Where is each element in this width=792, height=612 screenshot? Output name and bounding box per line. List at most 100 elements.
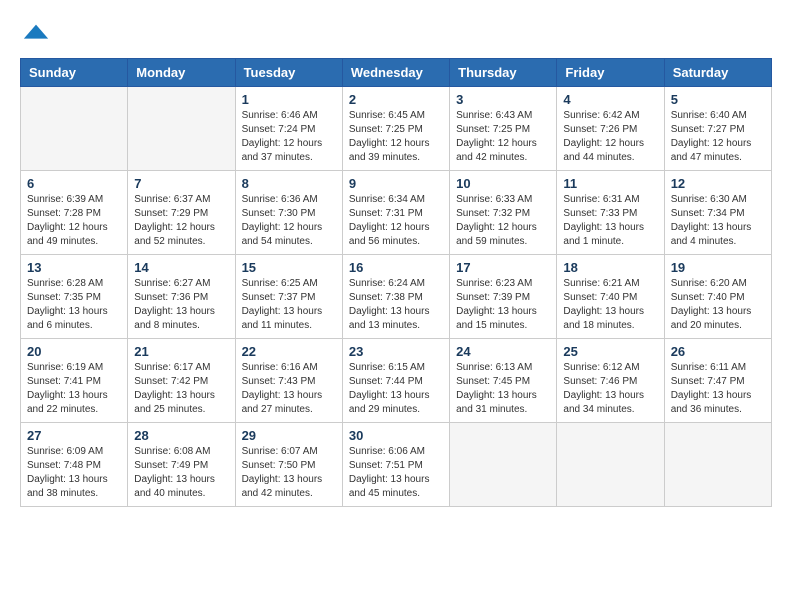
calendar-cell: 25 Sunrise: 6:12 AM Sunset: 7:46 PM Dayli…: [557, 339, 664, 423]
calendar-cell: 13 Sunrise: 6:28 AM Sunset: 7:35 PM Dayli…: [21, 255, 128, 339]
day-info: Sunrise: 6:30 AM Sunset: 7:34 PM Dayligh…: [671, 193, 765, 249]
calendar-cell: [557, 423, 664, 507]
calendar-cell: 21 Sunrise: 6:17 AM Sunset: 7:42 PM Dayli…: [128, 339, 235, 423]
calendar-week-3: 13 Sunrise: 6:28 AM Sunset: 7:35 PM Dayli…: [21, 255, 772, 339]
calendar-cell: 14 Sunrise: 6:27 AM Sunset: 7:36 PM Dayli…: [128, 255, 235, 339]
day-number: 3: [456, 92, 550, 107]
page-header: [20, 20, 772, 48]
day-header-saturday: Saturday: [664, 59, 771, 87]
day-info: Sunrise: 6:46 AM Sunset: 7:24 PM Dayligh…: [242, 109, 336, 165]
calendar-cell: 11Sunrise: 6:31 AM Sunset: 7:33 PM Dayli…: [557, 171, 664, 255]
day-info: Sunrise: 6:19 AM Sunset: 7:41 PM Dayligh…: [27, 361, 121, 417]
day-number: 2: [349, 92, 443, 107]
calendar-cell: 30 Sunrise: 6:06 AM Sunset: 7:51 PM Dayli…: [342, 423, 449, 507]
day-number: 17: [456, 260, 550, 275]
day-info: Sunrise: 6:37 AM Sunset: 7:29 PM Dayligh…: [134, 193, 228, 249]
day-number: 13: [27, 260, 121, 275]
calendar-cell: 12 Sunrise: 6:30 AM Sunset: 7:34 PM Dayli…: [664, 171, 771, 255]
day-info: Sunrise: 6:24 AM Sunset: 7:38 PM Dayligh…: [349, 277, 443, 333]
day-number: 25: [563, 344, 657, 359]
logo: [20, 20, 50, 48]
day-info: Sunrise: 6:06 AM Sunset: 7:51 PM Dayligh…: [349, 445, 443, 501]
day-info: Sunrise: 6:40 AM Sunset: 7:27 PM Dayligh…: [671, 109, 765, 165]
day-info: Sunrise: 6:28 AM Sunset: 7:35 PM Dayligh…: [27, 277, 121, 333]
calendar-week-1: 1 Sunrise: 6:46 AM Sunset: 7:24 PM Daylig…: [21, 87, 772, 171]
calendar-cell: 1 Sunrise: 6:46 AM Sunset: 7:24 PM Daylig…: [235, 87, 342, 171]
calendar-cell: 3 Sunrise: 6:43 AM Sunset: 7:25 PM Daylig…: [450, 87, 557, 171]
day-number: 27: [27, 428, 121, 443]
calendar-cell: 23 Sunrise: 6:15 AM Sunset: 7:44 PM Dayli…: [342, 339, 449, 423]
calendar-header-row: SundayMondayTuesdayWednesdayThursdayFrid…: [21, 59, 772, 87]
day-number: 7: [134, 176, 228, 191]
day-number: 11: [563, 176, 657, 191]
calendar-cell: 2 Sunrise: 6:45 AM Sunset: 7:25 PM Daylig…: [342, 87, 449, 171]
calendar-cell: 5 Sunrise: 6:40 AM Sunset: 7:27 PM Daylig…: [664, 87, 771, 171]
calendar-cell: 19 Sunrise: 6:20 AM Sunset: 7:40 PM Dayli…: [664, 255, 771, 339]
day-number: 23: [349, 344, 443, 359]
calendar-cell: 26Sunrise: 6:11 AM Sunset: 7:47 PM Dayli…: [664, 339, 771, 423]
calendar-cell: 6 Sunrise: 6:39 AM Sunset: 7:28 PM Daylig…: [21, 171, 128, 255]
day-number: 14: [134, 260, 228, 275]
day-number: 26: [671, 344, 765, 359]
day-number: 18: [563, 260, 657, 275]
day-number: 6: [27, 176, 121, 191]
day-header-monday: Monday: [128, 59, 235, 87]
day-info: Sunrise: 6:08 AM Sunset: 7:49 PM Dayligh…: [134, 445, 228, 501]
calendar-cell: 28 Sunrise: 6:08 AM Sunset: 7:49 PM Dayli…: [128, 423, 235, 507]
day-info: Sunrise: 6:34 AM Sunset: 7:31 PM Dayligh…: [349, 193, 443, 249]
day-number: 30: [349, 428, 443, 443]
calendar-cell: 20Sunrise: 6:19 AM Sunset: 7:41 PM Dayli…: [21, 339, 128, 423]
day-info: Sunrise: 6:13 AM Sunset: 7:45 PM Dayligh…: [456, 361, 550, 417]
day-info: Sunrise: 6:21 AM Sunset: 7:40 PM Dayligh…: [563, 277, 657, 333]
day-info: Sunrise: 6:23 AM Sunset: 7:39 PM Dayligh…: [456, 277, 550, 333]
day-number: 5: [671, 92, 765, 107]
day-info: Sunrise: 6:16 AM Sunset: 7:43 PM Dayligh…: [242, 361, 336, 417]
day-header-wednesday: Wednesday: [342, 59, 449, 87]
calendar-cell: 16Sunrise: 6:24 AM Sunset: 7:38 PM Dayli…: [342, 255, 449, 339]
day-info: Sunrise: 6:12 AM Sunset: 7:46 PM Dayligh…: [563, 361, 657, 417]
day-info: Sunrise: 6:09 AM Sunset: 7:48 PM Dayligh…: [27, 445, 121, 501]
day-number: 28: [134, 428, 228, 443]
day-info: Sunrise: 6:36 AM Sunset: 7:30 PM Dayligh…: [242, 193, 336, 249]
calendar-cell: [21, 87, 128, 171]
day-number: 4: [563, 92, 657, 107]
day-info: Sunrise: 6:33 AM Sunset: 7:32 PM Dayligh…: [456, 193, 550, 249]
day-number: 22: [242, 344, 336, 359]
calendar-cell: 10Sunrise: 6:33 AM Sunset: 7:32 PM Dayli…: [450, 171, 557, 255]
calendar-cell: [664, 423, 771, 507]
day-info: Sunrise: 6:07 AM Sunset: 7:50 PM Dayligh…: [242, 445, 336, 501]
day-number: 15: [242, 260, 336, 275]
day-info: Sunrise: 6:27 AM Sunset: 7:36 PM Dayligh…: [134, 277, 228, 333]
logo-icon: [22, 20, 50, 48]
day-info: Sunrise: 6:15 AM Sunset: 7:44 PM Dayligh…: [349, 361, 443, 417]
calendar-cell: 27 Sunrise: 6:09 AM Sunset: 7:48 PM Dayli…: [21, 423, 128, 507]
day-number: 12: [671, 176, 765, 191]
day-info: Sunrise: 6:45 AM Sunset: 7:25 PM Dayligh…: [349, 109, 443, 165]
day-info: Sunrise: 6:25 AM Sunset: 7:37 PM Dayligh…: [242, 277, 336, 333]
day-number: 19: [671, 260, 765, 275]
calendar-cell: 9Sunrise: 6:34 AM Sunset: 7:31 PM Daylig…: [342, 171, 449, 255]
day-info: Sunrise: 6:42 AM Sunset: 7:26 PM Dayligh…: [563, 109, 657, 165]
calendar-week-2: 6 Sunrise: 6:39 AM Sunset: 7:28 PM Daylig…: [21, 171, 772, 255]
day-number: 21: [134, 344, 228, 359]
day-number: 24: [456, 344, 550, 359]
day-info: Sunrise: 6:39 AM Sunset: 7:28 PM Dayligh…: [27, 193, 121, 249]
calendar-cell: 8 Sunrise: 6:36 AM Sunset: 7:30 PM Daylig…: [235, 171, 342, 255]
calendar-table: SundayMondayTuesdayWednesdayThursdayFrid…: [20, 58, 772, 507]
day-info: Sunrise: 6:17 AM Sunset: 7:42 PM Dayligh…: [134, 361, 228, 417]
day-info: Sunrise: 6:43 AM Sunset: 7:25 PM Dayligh…: [456, 109, 550, 165]
calendar-cell: 7 Sunrise: 6:37 AM Sunset: 7:29 PM Daylig…: [128, 171, 235, 255]
calendar-cell: [450, 423, 557, 507]
calendar-cell: 29 Sunrise: 6:07 AM Sunset: 7:50 PM Dayli…: [235, 423, 342, 507]
calendar-cell: 4 Sunrise: 6:42 AM Sunset: 7:26 PM Daylig…: [557, 87, 664, 171]
calendar-cell: 15 Sunrise: 6:25 AM Sunset: 7:37 PM Dayli…: [235, 255, 342, 339]
day-header-friday: Friday: [557, 59, 664, 87]
day-info: Sunrise: 6:20 AM Sunset: 7:40 PM Dayligh…: [671, 277, 765, 333]
calendar-week-4: 20Sunrise: 6:19 AM Sunset: 7:41 PM Dayli…: [21, 339, 772, 423]
calendar-week-5: 27 Sunrise: 6:09 AM Sunset: 7:48 PM Dayli…: [21, 423, 772, 507]
day-header-tuesday: Tuesday: [235, 59, 342, 87]
day-number: 29: [242, 428, 336, 443]
day-number: 8: [242, 176, 336, 191]
calendar-cell: [128, 87, 235, 171]
day-number: 1: [242, 92, 336, 107]
